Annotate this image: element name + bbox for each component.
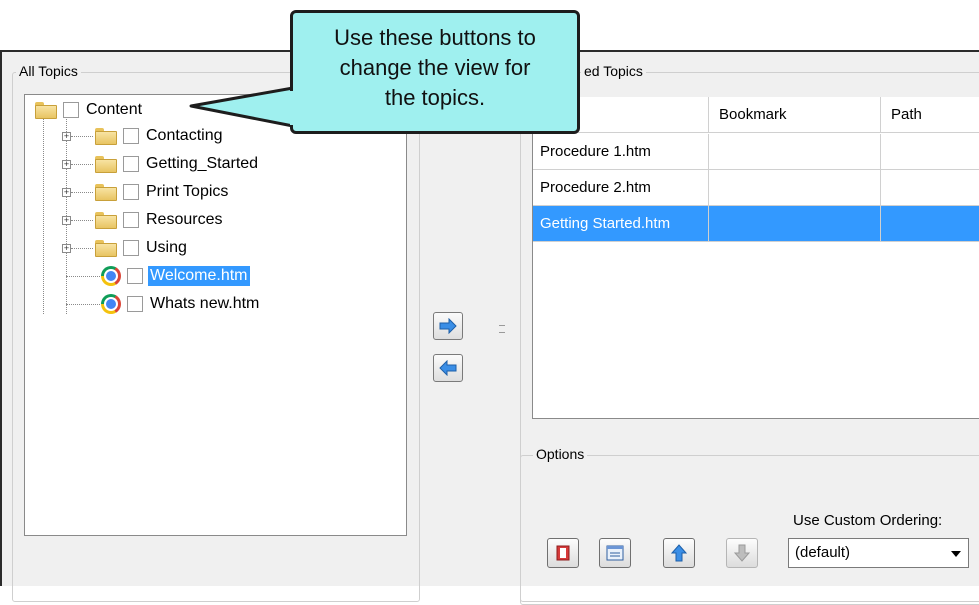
- expand-toggle[interactable]: +: [62, 216, 71, 225]
- arrow-right-icon: [439, 318, 457, 334]
- topics-tree[interactable]: Content + Contacting + Getting_Started +…: [24, 94, 407, 536]
- chevron-down-icon: [951, 551, 961, 557]
- selected-topics-title: ed Topics: [581, 63, 646, 79]
- callout-line: Use these buttons to: [334, 25, 536, 50]
- remove-topic-button[interactable]: [433, 354, 463, 382]
- tree-checkbox[interactable]: [63, 102, 79, 118]
- arrow-left-icon: [439, 360, 457, 376]
- tree-connector: [71, 136, 93, 137]
- expand-toggle[interactable]: +: [62, 160, 71, 169]
- table-cell-bookmark[interactable]: [709, 134, 881, 170]
- tree-item[interactable]: Using: [95, 235, 189, 261]
- tree-item-label: Content: [86, 101, 143, 118]
- tree-item[interactable]: Welcome.htm: [101, 263, 250, 289]
- window-list-button[interactable]: [599, 538, 631, 568]
- table-cell-path[interactable]: [881, 134, 979, 170]
- table-cell-bookmark[interactable]: [709, 206, 881, 242]
- tree-item[interactable]: Getting_Started: [95, 151, 260, 177]
- tree-checkbox[interactable]: [123, 240, 139, 256]
- table-cell-file[interactable]: Getting Started.htm: [533, 206, 709, 242]
- column-header-path[interactable]: Path: [881, 97, 979, 133]
- tree-item-label: Welcome.htm: [148, 266, 250, 286]
- table-cell-file[interactable]: Procedure 1.htm: [533, 134, 709, 170]
- selected-topics-grid[interactable]: Bookmark Path Procedure 1.htm Procedure …: [532, 97, 979, 419]
- tree-connector: [66, 276, 100, 277]
- tree-item-label: Print Topics: [146, 183, 229, 200]
- tree-item-label: Using: [146, 239, 187, 256]
- move-up-icon: [671, 544, 687, 562]
- column-header-bookmark[interactable]: Bookmark: [709, 97, 881, 133]
- tree-item[interactable]: Print Topics: [95, 179, 230, 205]
- folder-icon: [95, 183, 117, 201]
- all-topics-title: All Topics: [16, 63, 81, 79]
- tree-checkbox[interactable]: [127, 268, 143, 284]
- folder-icon: [95, 127, 117, 145]
- tree-checkbox[interactable]: [123, 156, 139, 172]
- splitter-grip[interactable]: [499, 325, 505, 333]
- move-down-icon: [734, 544, 750, 562]
- expand-toggle[interactable]: +: [62, 132, 71, 141]
- callout-seam: [290, 91, 296, 125]
- tree-item[interactable]: Whats new.htm: [101, 291, 261, 317]
- expand-toggle[interactable]: +: [62, 244, 71, 253]
- tree-connector: [71, 220, 93, 221]
- table-cell-bookmark[interactable]: [709, 170, 881, 206]
- tree-connector: [71, 192, 93, 193]
- expand-toggle[interactable]: +: [62, 188, 71, 197]
- table-cell-path[interactable]: [881, 170, 979, 206]
- tree-item-label: Resources: [146, 211, 223, 228]
- custom-ordering-value: (default): [795, 544, 851, 561]
- folder-icon: [95, 211, 117, 229]
- book-button[interactable]: [547, 538, 579, 568]
- tree-checkbox[interactable]: [123, 184, 139, 200]
- options-title: Options: [533, 446, 588, 462]
- red-book-icon: [556, 545, 570, 561]
- tree-checkbox[interactable]: [123, 212, 139, 228]
- custom-ordering-label: Use Custom Ordering:: [793, 512, 943, 529]
- tree-item[interactable]: Resources: [95, 207, 224, 233]
- tree-connector: [71, 164, 93, 165]
- folder-icon: [95, 239, 117, 257]
- custom-ordering-select[interactable]: (default): [788, 538, 969, 568]
- callout-annotation: Use these buttons to change the view for…: [290, 10, 580, 134]
- chrome-icon: [101, 266, 121, 286]
- window-list-icon: [606, 545, 624, 561]
- folder-icon: [95, 155, 117, 173]
- table-cell-file[interactable]: Procedure 2.htm: [533, 170, 709, 206]
- tree-connector: [43, 119, 44, 314]
- move-down-button[interactable]: [726, 538, 758, 568]
- tree-root[interactable]: Content: [35, 97, 144, 123]
- open-folder-icon: [35, 101, 57, 119]
- callout-line: the topics.: [384, 85, 486, 110]
- move-up-button[interactable]: [663, 538, 695, 568]
- tree-checkbox[interactable]: [127, 296, 143, 312]
- tree-connector: [66, 304, 100, 305]
- tree-connector: [71, 248, 93, 249]
- add-topic-button[interactable]: [433, 312, 463, 340]
- options-group: [520, 455, 979, 605]
- callout-line: change the view for: [339, 55, 531, 80]
- table-cell-path[interactable]: [881, 206, 979, 242]
- chrome-icon: [101, 294, 121, 314]
- tree-item-label: Getting_Started: [146, 155, 259, 172]
- tree-item-label: Whats new.htm: [150, 295, 260, 312]
- tree-checkbox[interactable]: [123, 128, 139, 144]
